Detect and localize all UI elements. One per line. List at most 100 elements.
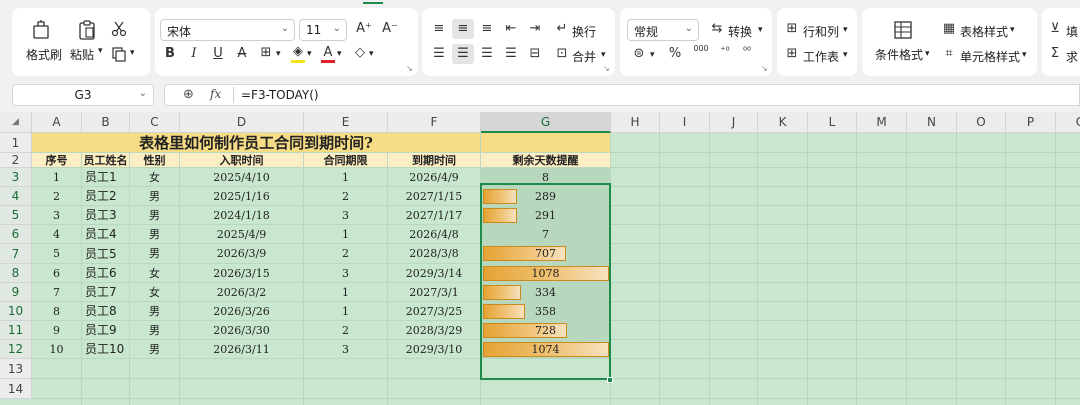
table-style-icon[interactable]: ▦ xyxy=(940,21,958,36)
row-header-3[interactable]: 3 xyxy=(0,168,32,187)
column-header-h[interactable]: H xyxy=(611,112,660,133)
table-cell-gender[interactable]: 男 xyxy=(130,187,180,206)
clear-dropdown-icon[interactable]: ▾ xyxy=(369,49,374,59)
column-header-b[interactable]: B xyxy=(82,112,130,133)
table-cell-start[interactable]: 2025/4/10 xyxy=(180,168,304,187)
align-middle-icon[interactable]: ≡ xyxy=(454,21,472,36)
table-cell-term[interactable]: 1 xyxy=(304,302,388,321)
column-header-a[interactable]: A xyxy=(32,112,82,133)
copy-dropdown-icon[interactable]: ▾ xyxy=(130,48,135,58)
decrease-font-icon[interactable]: A⁻ xyxy=(381,21,399,36)
table-cell-start[interactable]: 2026/3/15 xyxy=(180,264,304,283)
table-cell-end[interactable]: 2027/3/25 xyxy=(388,302,481,321)
row-header-1[interactable]: 1 xyxy=(0,133,32,153)
row-header-12[interactable]: 12 xyxy=(0,340,32,359)
align-bottom-icon[interactable]: ≡ xyxy=(478,21,496,36)
table-cell-term[interactable]: 3 xyxy=(304,264,388,283)
table-cell-end[interactable]: 2027/1/15 xyxy=(388,187,481,206)
row-header-7[interactable]: 7 xyxy=(0,244,32,264)
format-painter-icon[interactable] xyxy=(30,20,52,40)
table-cell-gender[interactable]: 男 xyxy=(130,321,180,340)
table-cell-no[interactable]: 8 xyxy=(32,302,82,321)
table-cell-name[interactable]: 员工9 xyxy=(82,321,130,340)
table-cell-end[interactable]: 2026/4/8 xyxy=(388,225,481,244)
decrease-indent-icon[interactable]: ⇤ xyxy=(502,21,520,36)
cell-style-dropdown-icon[interactable]: ▾ xyxy=(1022,50,1027,60)
table-cell-gender[interactable]: 女 xyxy=(130,168,180,187)
border-dropdown-icon[interactable]: ▾ xyxy=(276,49,281,59)
bold-button[interactable]: B xyxy=(161,46,179,61)
number-dialog-launcher-icon[interactable]: ↘ xyxy=(761,64,768,73)
chevron-down-icon[interactable]: ⌄ xyxy=(139,88,147,99)
underline-button[interactable]: U xyxy=(209,46,227,61)
column-header-cell[interactable]: 性别 xyxy=(130,153,180,168)
alignment-dialog-launcher-icon[interactable]: ↘ xyxy=(603,64,610,73)
table-cell-name[interactable]: 员工7 xyxy=(82,283,130,302)
column-header-c[interactable]: C xyxy=(130,112,180,133)
table-cell-name[interactable]: 员工4 xyxy=(82,225,130,244)
font-name-select[interactable]: 宋体 ⌄ xyxy=(160,19,295,41)
currency-icon[interactable]: ⊜ xyxy=(630,46,648,61)
font-dialog-launcher-icon[interactable]: ↘ xyxy=(406,64,413,73)
conditional-format-button[interactable]: 条件格式 xyxy=(875,46,923,63)
paste-icon[interactable] xyxy=(76,20,98,40)
table-cell-start[interactable]: 2025/4/9 xyxy=(180,225,304,244)
table-cell-end[interactable]: 2028/3/8 xyxy=(388,244,481,264)
table-cell-gender[interactable]: 男 xyxy=(130,206,180,225)
row-header-10[interactable]: 10 xyxy=(0,302,32,321)
table-style-button[interactable]: 表格样式 xyxy=(960,23,1008,40)
column-header-cell[interactable]: 序号 xyxy=(32,153,82,168)
table-cell-start[interactable]: 2026/3/26 xyxy=(180,302,304,321)
row-header-14[interactable]: 14 xyxy=(0,379,32,399)
merge-button[interactable]: 合并 xyxy=(572,48,596,65)
paste-button[interactable]: 粘贴 xyxy=(70,46,94,63)
copy-icon[interactable] xyxy=(110,45,128,63)
table-cell-start[interactable]: 2026/3/2 xyxy=(180,283,304,302)
italic-button[interactable]: I xyxy=(185,46,203,61)
column-header-k[interactable]: K xyxy=(758,112,808,133)
table-cell-name[interactable]: 员工10 xyxy=(82,340,130,359)
table-cell-no[interactable]: 6 xyxy=(32,264,82,283)
worksheet-dropdown-icon[interactable]: ▾ xyxy=(843,50,848,60)
sum-icon[interactable]: Σ xyxy=(1046,46,1064,61)
column-header-cell[interactable]: 员工姓名 xyxy=(82,153,130,168)
table-cell-start[interactable]: 2026/3/30 xyxy=(180,321,304,340)
fill-icon[interactable]: ⊻ xyxy=(1046,21,1064,36)
currency-dropdown-icon[interactable]: ▾ xyxy=(650,50,655,60)
table-cell-no[interactable]: 3 xyxy=(32,206,82,225)
table-cell-name[interactable]: 员工1 xyxy=(82,168,130,187)
table-cell-term[interactable]: 2 xyxy=(304,187,388,206)
column-header-g[interactable]: G xyxy=(481,112,611,133)
column-header-f[interactable]: F xyxy=(388,112,481,133)
table-cell-gender[interactable]: 男 xyxy=(130,244,180,264)
table-cell-no[interactable]: 7 xyxy=(32,283,82,302)
column-header-l[interactable]: L xyxy=(808,112,857,133)
column-header-j[interactable]: J xyxy=(710,112,758,133)
column-header-n[interactable]: N xyxy=(907,112,957,133)
merge-icon[interactable]: ⊡ xyxy=(553,46,571,61)
paste-dropdown-icon[interactable]: ▾ xyxy=(98,46,103,56)
align-top-icon[interactable]: ≡ xyxy=(430,21,448,36)
formula-text[interactable]: =F3-TODAY() xyxy=(241,88,319,102)
row-col-dropdown-icon[interactable]: ▾ xyxy=(843,25,848,35)
format-painter-button[interactable]: 格式刷 xyxy=(26,46,62,63)
table-cell-name[interactable]: 员工3 xyxy=(82,206,130,225)
font-color-icon[interactable]: A xyxy=(319,45,337,60)
fill-button[interactable]: 填 xyxy=(1066,23,1078,40)
table-cell-end[interactable]: 2029/3/14 xyxy=(388,264,481,283)
table-cell-start[interactable]: 2026/3/11 xyxy=(180,340,304,359)
select-all-corner[interactable]: ◢ xyxy=(0,112,32,133)
table-cell-end[interactable]: 2027/1/17 xyxy=(388,206,481,225)
zoom-search-icon[interactable]: ⊕ xyxy=(183,87,194,102)
column-header-d[interactable]: D xyxy=(180,112,304,133)
fill-color-icon[interactable]: ◈ xyxy=(289,44,307,59)
fx-icon[interactable]: fx xyxy=(210,87,221,101)
table-cell-no[interactable]: 10 xyxy=(32,340,82,359)
table-cell-gender[interactable]: 女 xyxy=(130,283,180,302)
clear-format-icon[interactable]: ◇ xyxy=(351,45,369,60)
wrap-text-icon[interactable]: ↵ xyxy=(553,21,571,36)
table-cell-gender[interactable]: 男 xyxy=(130,302,180,321)
table-cell-term[interactable]: 1 xyxy=(304,168,388,187)
convert-dropdown-icon[interactable]: ▾ xyxy=(758,25,763,35)
conditional-format-dropdown-icon[interactable]: ▾ xyxy=(925,49,930,59)
